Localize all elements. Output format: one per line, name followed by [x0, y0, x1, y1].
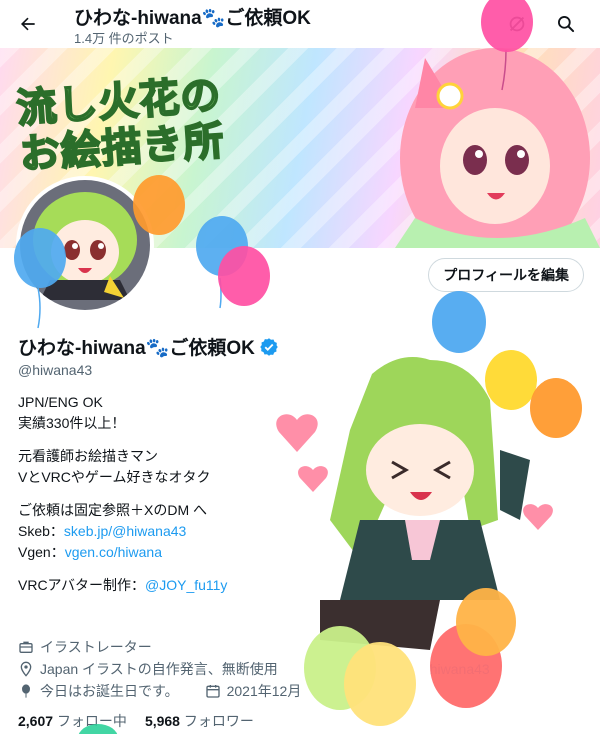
website-link[interactable]: hiwana43 [430, 661, 490, 677]
banner-character-illustration [395, 48, 600, 248]
balloon-icon [485, 350, 537, 410]
birthday-text: 今日はお誕生日です。 [40, 683, 179, 699]
location-pin-icon [20, 661, 32, 677]
profile-meta: イラストレーター Japan イラストの自作発言、無断使用 hiwana43 今… [18, 636, 490, 702]
vgen-prefix: Vgen： [18, 544, 65, 560]
bio-line: VとVRCやゲーム好きなオタク [18, 469, 211, 485]
balloon-icon [22, 684, 30, 698]
following-count: 2,607 [18, 713, 54, 729]
hide-button[interactable] [500, 7, 534, 41]
vrc-link[interactable]: @JOY_fu11y [145, 577, 227, 593]
calendar-icon [205, 685, 220, 698]
edit-profile-button[interactable]: プロフィールを編集 [428, 258, 584, 292]
handle: @hiwana43 [18, 362, 93, 378]
bio-line: ご依頼は固定参照＋XのDM へ [18, 502, 207, 518]
verified-badge-icon[interactable] [259, 337, 279, 357]
following-label: フォロー中 [56, 713, 127, 729]
avatar-illustration [20, 180, 150, 310]
category-text: イラストレーター [40, 639, 152, 655]
followers-count: 5,968 [144, 713, 180, 729]
following-link[interactable]: 2,607 フォロー中 [18, 711, 127, 731]
bio-line: JPN/ENG OK [18, 394, 103, 410]
skeb-link[interactable]: skeb.jp/@hiwana43 [64, 523, 186, 539]
vgen-link[interactable]: vgen.co/hiwana [65, 544, 162, 560]
search-icon [558, 16, 575, 33]
eye-off-icon [509, 16, 525, 32]
category-row: イラストレーター [18, 636, 490, 658]
top-bar: ひわな-hiwana🐾ご依頼OK 1.4万 件のポスト [0, 0, 600, 48]
bio-skeb-line: Skeb：skeb.jp/@hiwana43 [18, 521, 227, 542]
arrow-left-icon [21, 17, 35, 31]
back-button[interactable] [10, 6, 46, 42]
bio-vgen-line: Vgen：vgen.co/hiwana [18, 542, 227, 563]
birthday-row: 今日はお誕生日です。 2021年12月 [18, 680, 490, 702]
followers-link[interactable]: 5,968 フォロワー [145, 711, 254, 731]
banner-logo: 流し火花の お絵描き所 [14, 70, 261, 179]
vrc-prefix: VRCアバター制作： [18, 577, 145, 593]
post-count: 1.4万 件のポスト [74, 31, 174, 46]
balloon-icon [218, 246, 270, 306]
bio-line: 実績330件以上！ [18, 415, 126, 431]
header-title: ひわな-hiwana🐾ご依頼OK [74, 8, 311, 29]
balloon-icon [432, 291, 486, 353]
bio: JPN/ENG OK 実績330件以上！ 元看護師お絵描きマン VとVRCやゲー… [18, 392, 227, 596]
display-name: ひわな-hiwana🐾ご依頼OK [18, 338, 255, 359]
location-row: Japan イラストの自作発言、無断使用 hiwana43 [18, 658, 490, 680]
skeb-prefix: Skeb： [18, 523, 64, 539]
heart-decoration [276, 414, 553, 530]
search-button[interactable] [549, 7, 583, 41]
balloon-icon [530, 378, 582, 438]
display-name-row: ひわな-hiwana🐾ご依頼OK [18, 333, 279, 360]
bio-line: 元看護師お絵描きマン [18, 448, 158, 464]
banner-logo-text: 流し火花の お絵描き所 [14, 71, 227, 179]
followers-label: フォロワー [183, 713, 254, 729]
mascot-character-illustration [320, 357, 530, 650]
follow-stats: 2,607 フォロー中 5,968 フォロワー [18, 711, 254, 731]
briefcase-icon [19, 641, 33, 653]
bio-vrc-line: VRCアバター制作：@JOY_fu11y [18, 575, 227, 596]
profile-avatar[interactable] [16, 176, 154, 314]
location-text: Japan イラストの自作発言、無断使用 [40, 661, 278, 677]
joined-text: 2021年12月 [226, 683, 302, 699]
